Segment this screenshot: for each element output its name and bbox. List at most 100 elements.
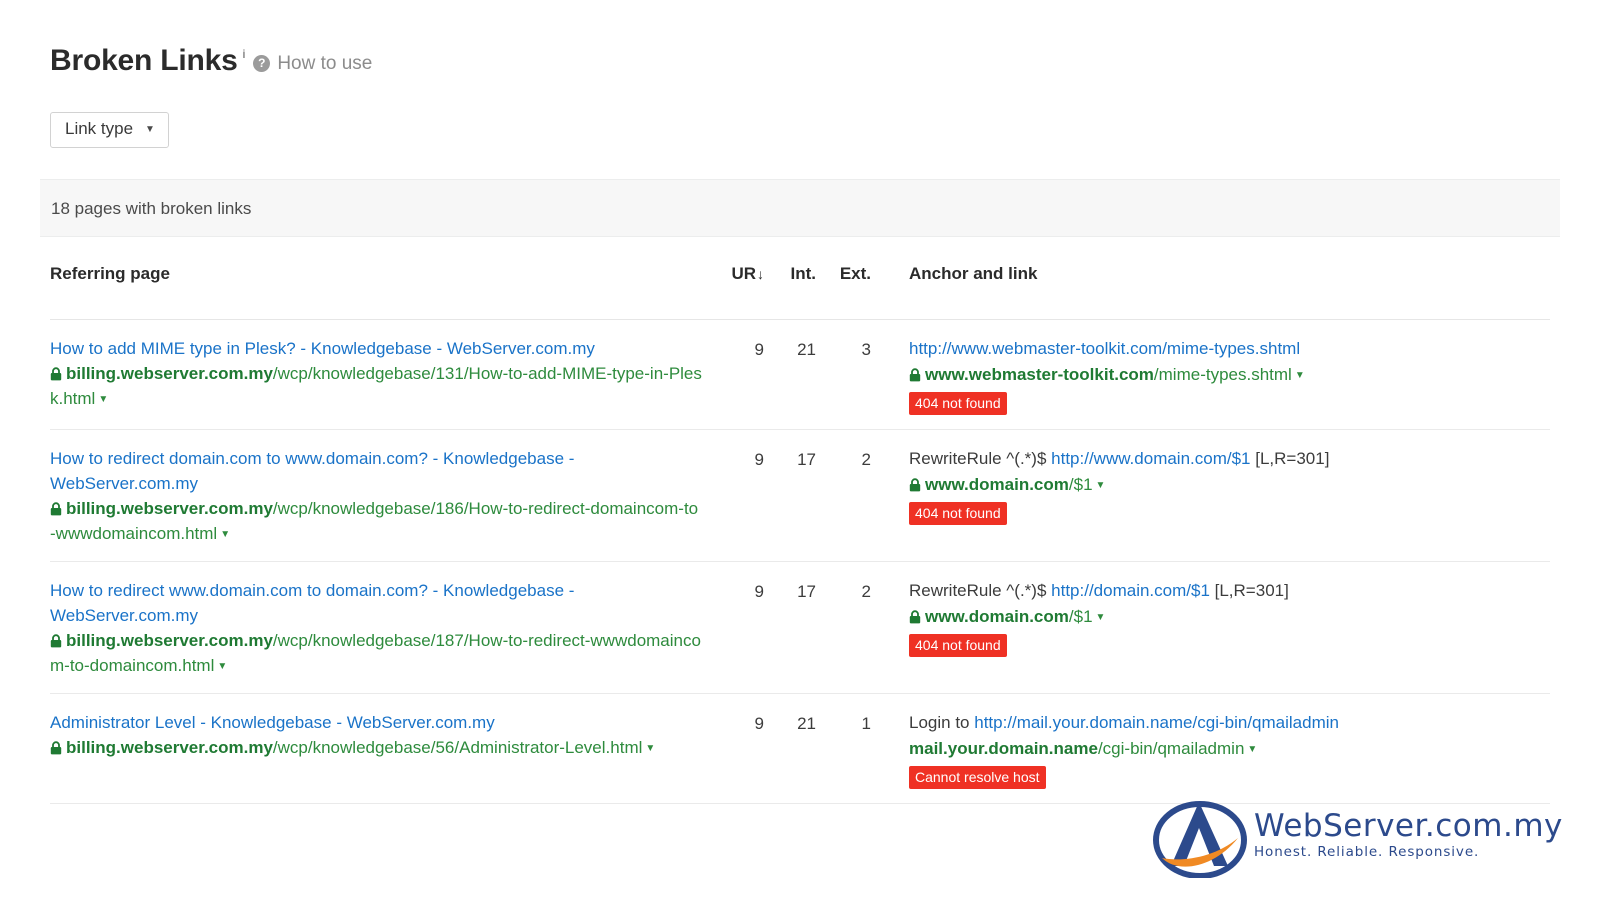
webserver-mark-icon [1153,801,1247,878]
referring-page-url-domain: billing.webserver.com.my [66,631,273,650]
table-row: How to add MIME type in Plesk? - Knowled… [50,320,1550,430]
status-badge-wrap: 404 not found [909,498,1471,525]
target-url-path: /$1 [1068,607,1093,626]
external-links-value: 3 [861,340,871,359]
status-badge: 404 not found [909,634,1007,657]
status-badge: 404 not found [909,392,1007,415]
anchor-prefix: RewriteRule ^(.*)$ [909,581,1052,600]
column-header-int[interactable]: Int. [764,250,817,284]
brand-name: WebServer.com.my [1254,807,1563,844]
column-header-ur[interactable]: UR↓ [702,250,764,284]
webserver-wordmark: WebServer.com.my Honest. Reliable. Respo… [1254,807,1563,860]
chevron-down-icon[interactable]: ▼ [1096,480,1106,491]
anchor-and-link-cell: RewriteRule ^(.*)$ http://domain.com/$1 … [871,578,1471,657]
internal-links-value: 21 [797,714,816,733]
column-header-anchor-and-link[interactable]: Anchor and link [871,250,1471,284]
how-to-use-label: How to use [277,52,373,74]
column-header-ext[interactable]: Ext. [816,250,871,284]
external-links-value: 1 [861,714,871,733]
internal-links-value: 21 [797,340,816,359]
ur-value: 9 [754,582,764,601]
chevron-down-icon[interactable]: ▼ [1096,612,1106,623]
broken-link-target-url[interactable]: www.webmaster-toolkit.com/mime-types.sht… [909,362,1471,388]
table-row: How to redirect www.domain.com to domain… [50,562,1550,694]
referring-page-cell: How to redirect domain.com to www.domain… [50,446,702,547]
anchor-prefix: RewriteRule ^(.*)$ [909,449,1052,468]
anchor-text-line: Login to http://mail.your.domain.name/cg… [909,710,1471,735]
question-mark-icon: ? [253,55,271,72]
chevron-down-icon[interactable]: ▼ [220,529,230,540]
referring-page-link[interactable]: How to redirect domain.com to www.domain… [50,446,702,496]
broken-link-target-url[interactable]: mail.your.domain.name/cgi-bin/qmailadmin… [909,736,1471,762]
anchor-text-line: http://www.webmaster-toolkit.com/mime-ty… [909,336,1471,361]
referring-page-url[interactable]: billing.webserver.com.my/wcp/knowledgeba… [50,738,655,757]
chevron-down-icon[interactable]: ▼ [98,394,108,405]
referring-page-url-domain: billing.webserver.com.my [66,364,273,383]
target-url-path: /mime-types.shtml [1153,365,1292,384]
sort-descending-icon: ↓ [757,266,764,282]
internal-links-value: 17 [797,582,816,601]
target-url-domain: www.webmaster-toolkit.com [925,365,1154,384]
chevron-down-icon[interactable]: ▼ [217,661,227,672]
lock-icon [50,367,62,381]
referring-page-link[interactable]: How to redirect www.domain.com to domain… [50,578,702,628]
chevron-down-icon: ▼ [145,123,155,135]
target-url-domain: mail.your.domain.name [909,739,1098,758]
ur-value: 9 [754,340,764,359]
link-type-filter-label: Link type [65,119,134,138]
page-title: Broken Links [50,44,238,77]
status-badge-wrap: Cannot resolve host [909,762,1471,789]
anchor-and-link-cell: http://www.webmaster-toolkit.com/mime-ty… [871,336,1471,415]
table-header-row: Referring page UR↓ Int. Ext. Anchor and … [50,250,1550,320]
anchor-and-link-cell: RewriteRule ^(.*)$ http://www.domain.com… [871,446,1471,525]
internal-links-value: 17 [797,450,816,469]
chevron-down-icon[interactable]: ▼ [645,743,655,754]
table-body: How to add MIME type in Plesk? - Knowled… [50,320,1550,804]
status-badge: 404 not found [909,502,1007,525]
broken-links-count: 18 pages with broken links [51,199,252,218]
brand-tagline: Honest. Reliable. Responsive. [1254,843,1480,860]
broken-link-url[interactable]: http://www.domain.com/$1 [1051,449,1250,468]
broken-link-url[interactable]: http://www.webmaster-toolkit.com/mime-ty… [909,339,1300,358]
filter-bar: Link type ▼ [50,112,169,148]
referring-page-cell: Administrator Level - Knowledgebase - We… [50,710,702,761]
referring-page-url-domain: billing.webserver.com.my [66,499,273,518]
chevron-down-icon[interactable]: ▼ [1247,744,1257,755]
referring-page-url-domain: billing.webserver.com.my [66,738,273,757]
title-superscript-i: i [242,47,246,61]
lock-icon [50,634,62,648]
anchor-text-line: RewriteRule ^(.*)$ http://www.domain.com… [909,446,1471,471]
lock-icon [909,478,921,492]
lock-icon [909,610,921,624]
referring-page-cell: How to add MIME type in Plesk? - Knowled… [50,336,702,412]
column-header-referring-page[interactable]: Referring page [50,250,702,284]
broken-link-url[interactable]: http://domain.com/$1 [1051,581,1210,600]
referring-page-url[interactable]: billing.webserver.com.my/wcp/knowledgeba… [50,499,698,543]
link-type-filter-button[interactable]: Link type ▼ [50,112,169,148]
referring-page-link[interactable]: Administrator Level - Knowledgebase - We… [50,710,702,735]
how-to-use-link[interactable]: ? How to use [253,53,372,75]
referring-page-cell: How to redirect www.domain.com to domain… [50,578,702,679]
table-row: How to redirect domain.com to www.domain… [50,430,1550,562]
broken-links-table: Referring page UR↓ Int. Ext. Anchor and … [50,250,1550,804]
anchor-suffix: [L,R=301] [1250,449,1330,468]
status-badge-wrap: 404 not found [909,388,1471,415]
chevron-down-icon[interactable]: ▼ [1295,370,1305,381]
ur-value: 9 [754,450,764,469]
target-url-domain: www.domain.com [925,607,1069,626]
referring-page-link[interactable]: How to add MIME type in Plesk? - Knowled… [50,336,702,361]
referring-page-url-path: /wcp/knowledgebase/56/Administrator-Leve… [272,738,643,757]
external-links-value: 2 [861,582,871,601]
target-url-path: /$1 [1068,475,1093,494]
broken-link-target-url[interactable]: www.domain.com/$1 ▼ [909,604,1471,630]
webserver-logo: WebServer.com.my Honest. Reliable. Respo… [1152,792,1563,878]
lock-icon [50,741,62,755]
broken-link-target-url[interactable]: www.domain.com/$1 ▼ [909,472,1471,498]
broken-link-url[interactable]: http://mail.your.domain.name/cgi-bin/qma… [974,713,1339,732]
target-url-domain: www.domain.com [925,475,1069,494]
referring-page-url[interactable]: billing.webserver.com.my/wcp/knowledgeba… [50,631,701,675]
referring-page-url[interactable]: billing.webserver.com.my/wcp/knowledgeba… [50,364,702,408]
page-header: Broken Links i ? How to use [50,46,372,78]
external-links-value: 2 [861,450,871,469]
status-badge-wrap: 404 not found [909,630,1471,657]
